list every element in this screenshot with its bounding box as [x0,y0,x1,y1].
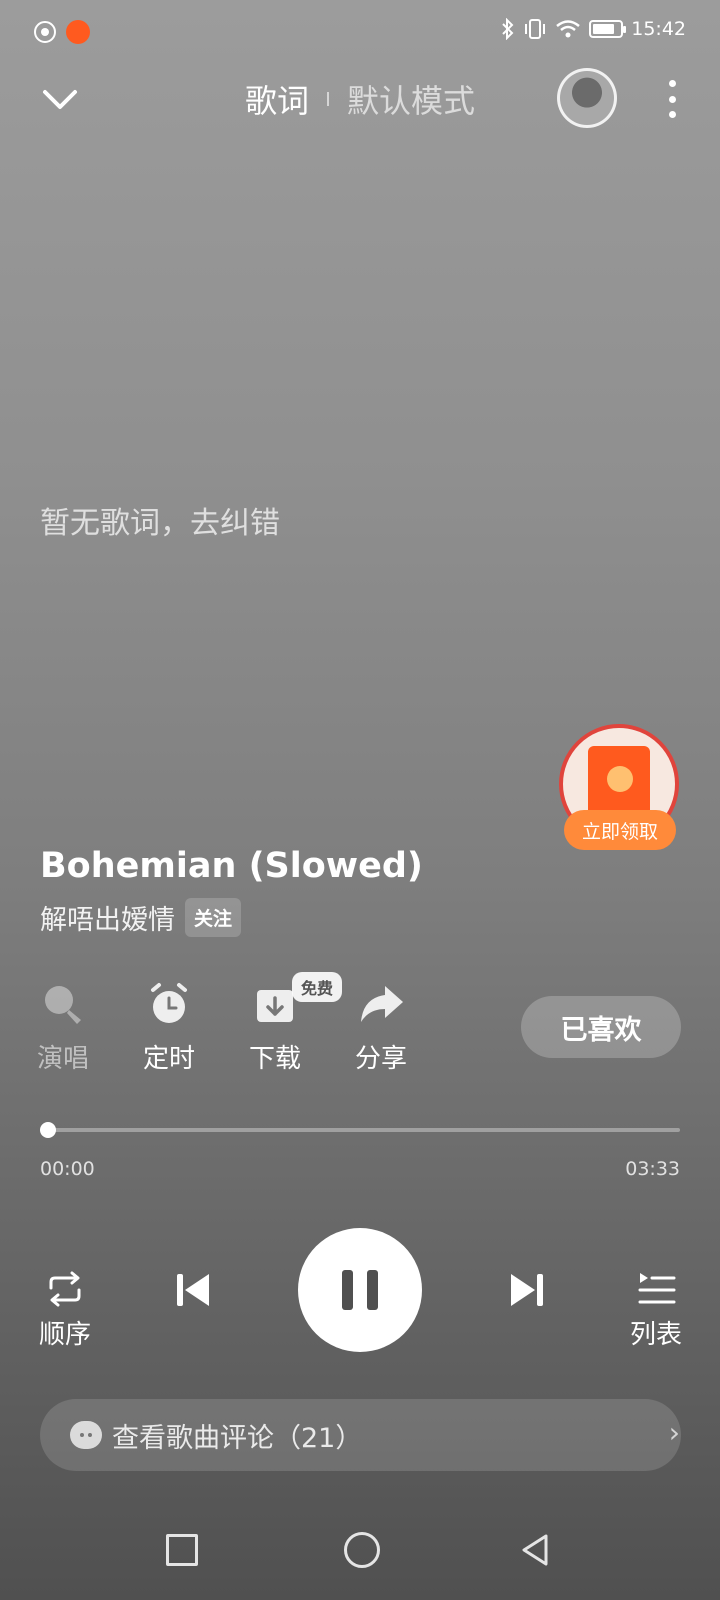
free-badge: 免费 [292,972,343,1002]
avatar[interactable] [557,68,617,128]
claim-button[interactable]: 立即领取 [564,810,676,850]
screen-record-icon [34,21,56,43]
tab-lyrics[interactable]: 歌词 [245,76,309,122]
sing-label: 演唱 [36,1044,89,1074]
progress-track[interactable] [47,1128,680,1132]
pause-bar-right [367,1270,378,1310]
repeat-mode-button[interactable]: 顺序 [34,1270,96,1351]
coin-icon [607,766,633,792]
share-button[interactable]: 分享 [349,980,413,1075]
liked-button[interactable]: 已喜欢 [521,996,681,1058]
recent-apps-icon[interactable] [166,1534,198,1566]
app-notification-icon [66,20,90,44]
playlist-icon [638,1273,676,1304]
back-icon[interactable] [520,1533,550,1567]
follow-button[interactable]: 关注 [185,898,242,937]
repeat-icon [49,1271,81,1307]
pause-bar-left [342,1270,353,1310]
lyrics-empty-message[interactable]: 暂无歌词，去纠错 [40,498,280,542]
tab-default-mode[interactable]: 默认模式 [347,76,475,122]
tab-divider [327,92,329,106]
artist-row: 解唔出嫒情 关注 [40,898,242,937]
share-arrow-icon [361,986,403,1022]
comments-label: 查看歌曲评论（21） [112,1422,363,1454]
alarm-clock-icon [151,983,187,1023]
next-track-icon[interactable] [507,1270,547,1310]
playlist-label: 列表 [629,1320,682,1350]
status-left [34,20,90,44]
bluetooth-icon [502,18,514,40]
wifi-icon [556,20,581,38]
progress-thumb[interactable] [40,1122,56,1138]
status-time: 15:42 [631,18,686,40]
vibrate-icon [525,19,546,39]
total-time: 03:33 [625,1158,680,1180]
song-title: Bohemian (Slowed) [40,846,423,886]
battery-icon [589,20,627,38]
previous-track-icon[interactable] [173,1270,213,1310]
timer-label: 定时 [142,1044,195,1074]
share-label: 分享 [354,1044,407,1074]
more-options-icon[interactable] [666,80,678,118]
home-icon[interactable] [344,1532,380,1568]
microphone-icon [45,986,81,1024]
playlist-button[interactable]: 列表 [626,1270,686,1351]
repeat-label: 顺序 [38,1320,91,1350]
artist-name[interactable]: 解唔出嫒情 [40,898,175,937]
pause-button[interactable] [298,1228,422,1352]
download-label: 下载 [248,1044,301,1074]
comment-bubble-icon [70,1421,102,1449]
status-right: 15:42 [501,18,686,40]
timer-button[interactable]: 定时 [137,980,201,1075]
sing-button[interactable]: 演唱 [31,980,95,1075]
chevron-right-icon: › [668,1416,680,1449]
current-time: 00:00 [40,1158,95,1180]
comments-button[interactable]: 查看歌曲评论（21） [40,1399,681,1471]
